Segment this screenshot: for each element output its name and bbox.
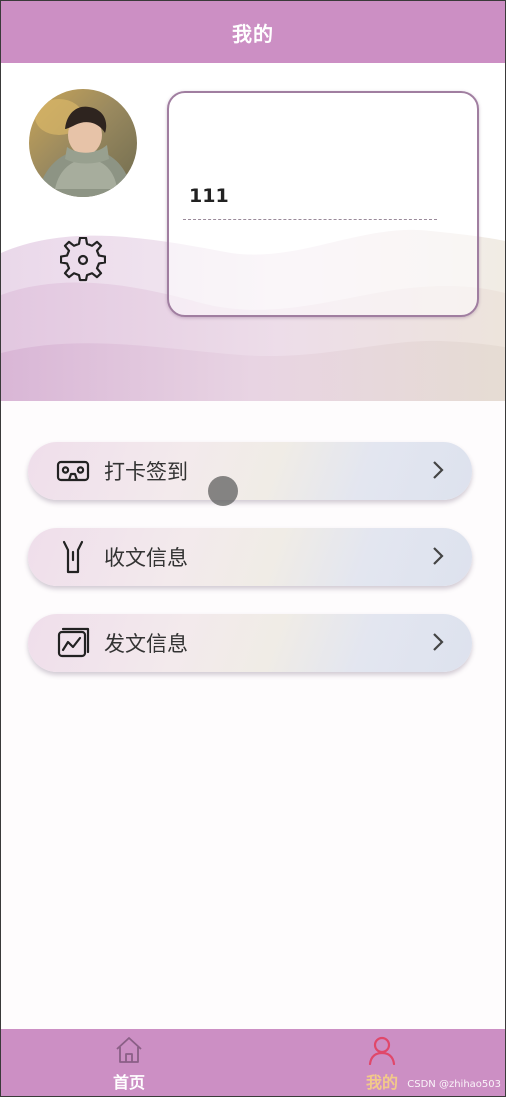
touch-cursor-indicator — [208, 476, 238, 506]
watermark: CSDN @zhihao503 — [407, 1079, 501, 1090]
menu-item-sent-docs[interactable]: 发文信息 — [28, 614, 472, 672]
menu-label: 发文信息 — [104, 632, 188, 656]
gear-icon[interactable] — [60, 237, 106, 283]
inbox-tray-icon — [62, 540, 84, 574]
menu-item-received-docs[interactable]: 收文信息 — [28, 528, 472, 586]
user-icon — [368, 1036, 396, 1065]
app-frame: 我的 111 打卡签到 收文信息 发文信息 首页 我的 CSDN @zhihao… — [0, 0, 506, 1097]
user-info-value: 111 — [189, 185, 229, 207]
dashed-divider — [183, 219, 437, 220]
page-title: 我的 — [232, 21, 274, 46]
vr-headset-icon — [56, 460, 90, 482]
menu-label: 打卡签到 — [104, 460, 188, 484]
avatar[interactable] — [29, 89, 137, 197]
home-icon — [116, 1037, 142, 1063]
user-info-card: 111 — [167, 91, 479, 317]
chart-frame-icon — [57, 627, 90, 658]
tab-label: 首页 — [112, 1073, 145, 1092]
menu-label: 收文信息 — [104, 546, 188, 570]
profile-section: 111 — [1, 63, 505, 401]
chevron-right-icon — [433, 547, 444, 565]
chevron-right-icon — [433, 633, 444, 651]
chevron-right-icon — [433, 461, 444, 479]
menu-item-checkin[interactable]: 打卡签到 — [28, 442, 472, 500]
avatar-photo — [29, 89, 137, 197]
tab-home[interactable]: 首页 — [69, 1029, 189, 1096]
top-navbar: 我的 — [1, 1, 505, 63]
